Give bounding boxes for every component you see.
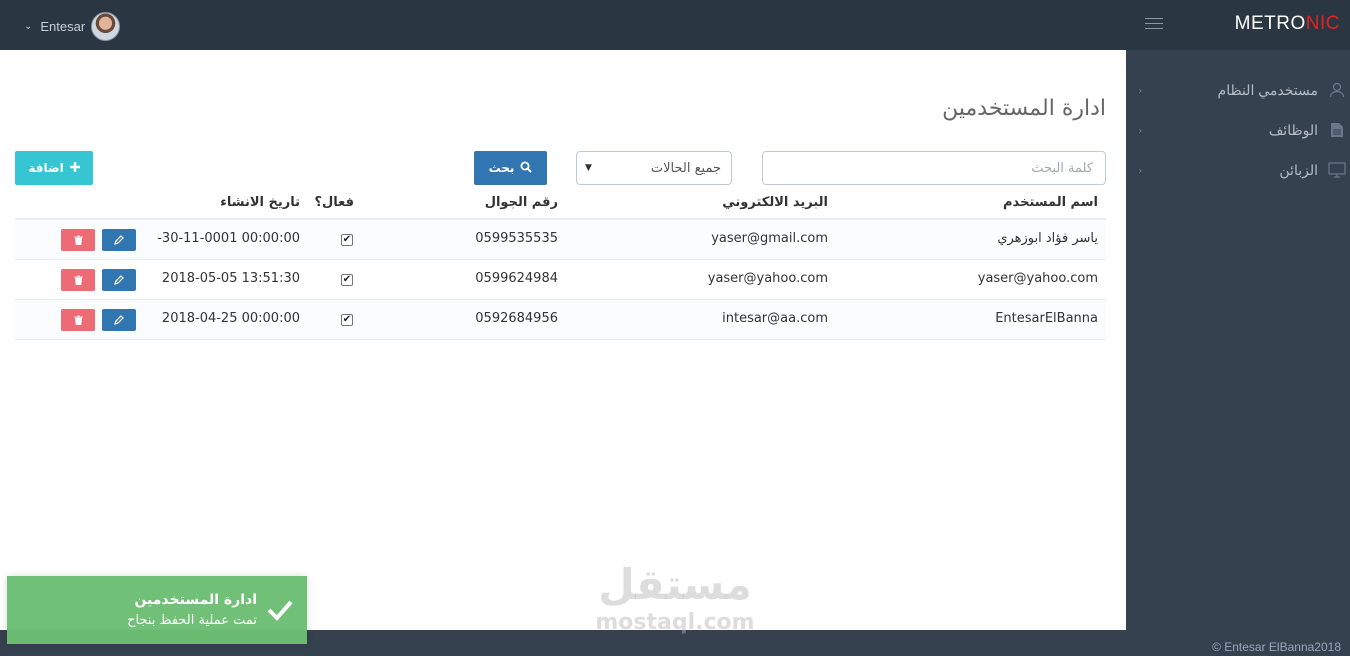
trash-icon xyxy=(73,235,83,245)
header-email: البريد الالكتروني xyxy=(722,195,828,210)
sidebar: مستخدمي النظام ‹ الوظائف ‹ الزبائن ‹ xyxy=(1126,50,1350,630)
users-table: اسم المستخدم البريد الالكتروني رقم الجوا… xyxy=(15,188,1106,340)
search-input[interactable] xyxy=(762,151,1106,185)
add-button[interactable]: اضافة xyxy=(15,151,93,185)
toast-message: تمت عملية الحفظ بنجاح xyxy=(127,613,257,628)
plus-icon xyxy=(69,161,80,175)
sidebar-item-label: الوظائف xyxy=(1268,121,1318,138)
header-created: تاريخ الانشاء xyxy=(220,195,300,210)
header-active: فعال؟ xyxy=(314,195,354,210)
chevron-left-icon: ‹ xyxy=(1138,83,1143,97)
logo[interactable]: METRONIC xyxy=(1235,13,1340,35)
active-checkbox[interactable]: ✔ xyxy=(341,234,353,246)
header-mobile: رقم الجوال xyxy=(484,195,558,210)
caret-down-icon: ▼ xyxy=(585,163,592,173)
table-row: yaser@yahoo.com yaser@yahoo.com 05996249… xyxy=(15,260,1106,300)
sidebar-item-jobs[interactable]: الوظائف ‹ xyxy=(1126,110,1350,150)
trash-icon xyxy=(73,315,83,325)
menu-toggle-icon[interactable] xyxy=(1145,18,1163,31)
status-select[interactable]: ▼ جميع الحالات xyxy=(576,151,732,185)
chevron-down-icon: ⌄ xyxy=(24,20,33,32)
main-content: ادارة المستخدمين ▼ جميع الحالات بحث اضاف… xyxy=(0,50,1126,630)
sidebar-item-customers[interactable]: الزبائن ‹ xyxy=(1126,150,1350,190)
check-icon xyxy=(267,598,293,622)
top-header: METRONIC ⌄ Entesar xyxy=(0,0,1350,50)
edit-icon xyxy=(114,275,124,285)
cell-mobile: 0599535535 xyxy=(475,231,558,246)
active-checkbox[interactable]: ✔ xyxy=(341,274,353,286)
edit-icon xyxy=(114,315,124,325)
cell-created: 2018-05-05 13:51:30 xyxy=(161,271,300,286)
cell-mobile: 0599624984 xyxy=(475,271,558,286)
cell-mobile: 0592684956 xyxy=(475,311,558,326)
watermark-arabic: مستقل xyxy=(598,560,752,609)
edit-button[interactable] xyxy=(102,309,136,331)
table-row: ياسر فؤاد ابوزهري yaser@gmail.com 059953… xyxy=(15,220,1106,260)
delete-button[interactable] xyxy=(61,269,95,291)
chevron-left-icon: ‹ xyxy=(1138,163,1143,177)
cell-created: 2018-04-25 00:00:00 xyxy=(161,311,300,326)
table-row: EntesarElBanna intesar@aa.com 0592684956… xyxy=(15,300,1106,340)
success-toast[interactable]: ادارة المستخدمين تمت عملية الحفظ بنجاح xyxy=(7,576,307,644)
edit-icon xyxy=(114,235,124,245)
search-button[interactable]: بحث xyxy=(474,151,547,185)
trash-icon xyxy=(73,275,83,285)
sidebar-item-label: الزبائن xyxy=(1279,161,1318,178)
status-select-value: جميع الحالات xyxy=(650,160,721,176)
cell-email: yaser@yahoo.com xyxy=(707,271,828,286)
delete-button[interactable] xyxy=(61,229,95,251)
table-header: اسم المستخدم البريد الالكتروني رقم الجوا… xyxy=(15,188,1106,220)
add-button-label: اضافة xyxy=(28,161,64,175)
file-icon xyxy=(1328,121,1346,139)
footer-copyright: © Entesar ElBanna2018 xyxy=(1212,640,1341,654)
chevron-left-icon: ‹ xyxy=(1138,123,1143,137)
page-title: ادارة المستخدمين xyxy=(942,96,1106,121)
watermark-latin: mostaql.com xyxy=(595,610,755,635)
search-icon xyxy=(520,161,533,176)
sidebar-item-system-users[interactable]: مستخدمي النظام ‹ xyxy=(1126,70,1350,110)
delete-button[interactable] xyxy=(61,309,95,331)
cell-username: ياسر فؤاد ابوزهري xyxy=(997,231,1098,246)
search-button-label: بحث xyxy=(488,161,515,175)
user-icon xyxy=(1328,81,1346,99)
header-username: اسم المستخدم xyxy=(1003,195,1098,210)
watermark: مستقل mostaql.com xyxy=(590,560,760,644)
cell-username: EntesarElBanna xyxy=(995,311,1098,326)
avatar xyxy=(91,11,121,41)
cell-email: yaser@gmail.com xyxy=(711,231,828,246)
user-menu[interactable]: ⌄ Entesar xyxy=(24,11,121,41)
monitor-icon xyxy=(1328,161,1346,179)
cell-created: -30-11-0001 00:00:00 xyxy=(157,231,300,246)
edit-button[interactable] xyxy=(102,229,136,251)
user-name: Entesar xyxy=(40,18,86,34)
cell-username: yaser@yahoo.com xyxy=(977,271,1098,286)
cell-email: intesar@aa.com xyxy=(722,311,828,326)
sidebar-item-label: مستخدمي النظام xyxy=(1217,81,1318,98)
edit-button[interactable] xyxy=(102,269,136,291)
toast-title: ادارة المستخدمين xyxy=(134,592,257,608)
active-checkbox[interactable]: ✔ xyxy=(341,314,353,326)
